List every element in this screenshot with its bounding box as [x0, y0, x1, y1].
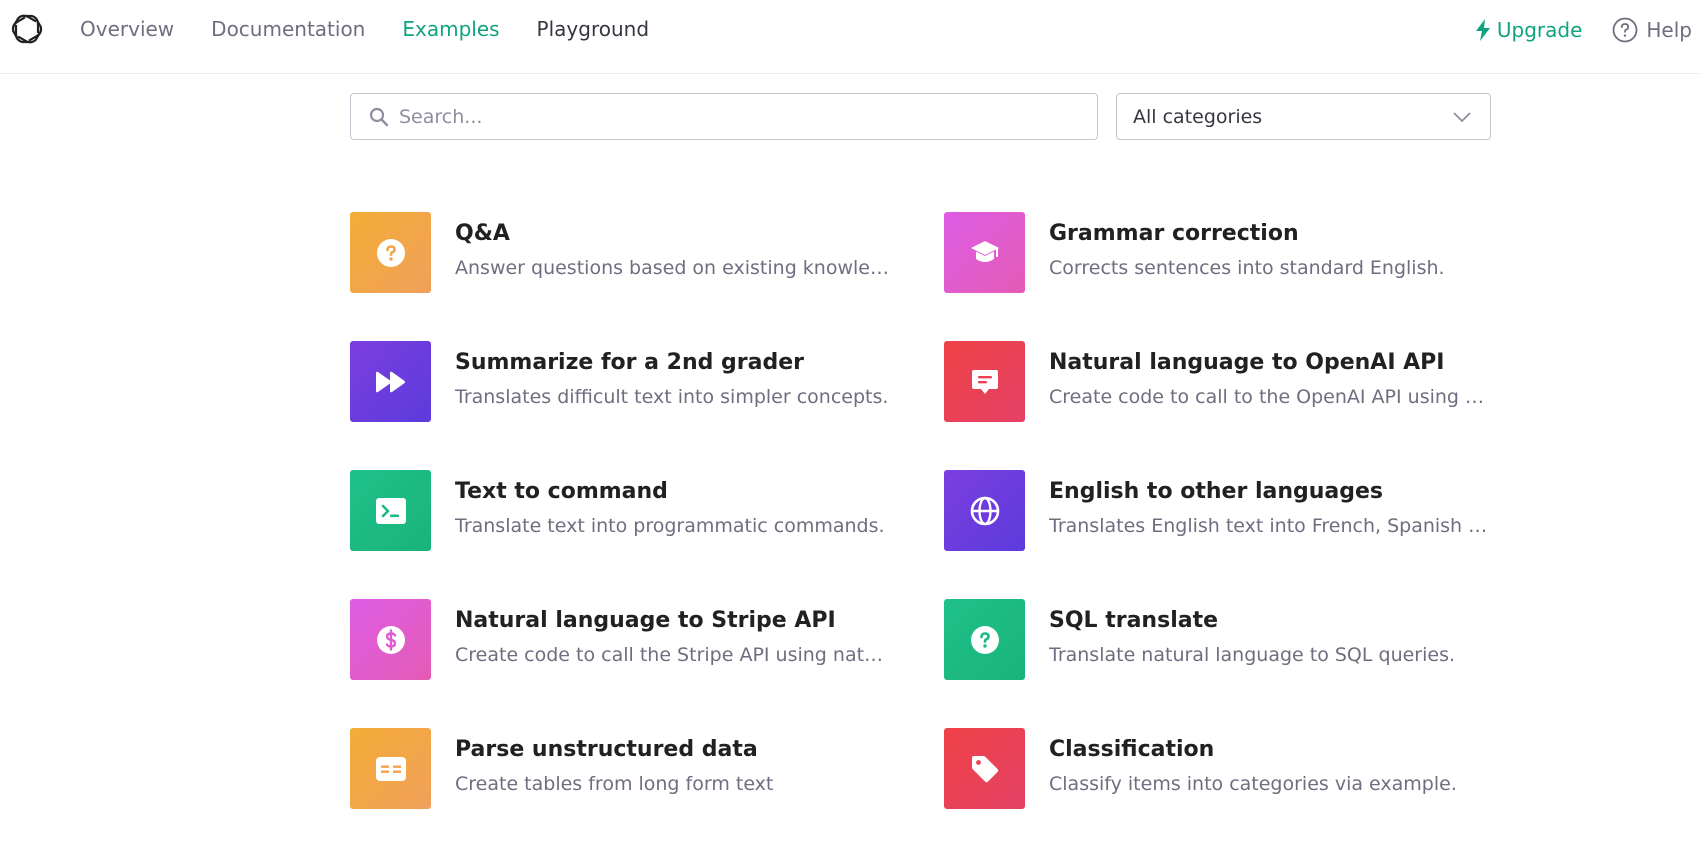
- search-input[interactable]: [399, 105, 1059, 128]
- example-card-parse-unstructured-data[interactable]: Parse unstructured data Create tables fr…: [350, 728, 944, 857]
- example-card-openai-api[interactable]: Natural language to OpenAI API Create co…: [944, 341, 1495, 470]
- example-icon-tile: [350, 599, 431, 680]
- upgrade-link[interactable]: Upgrade: [1475, 18, 1583, 42]
- example-title: Natural language to OpenAI API: [1049, 350, 1445, 375]
- example-description: Translates English text into French, Spa…: [1049, 515, 1489, 537]
- examples-grid: Q&A Answer questions based on existing k…: [350, 212, 1495, 857]
- table-icon: [375, 756, 406, 781]
- graduation-cap-icon: [970, 240, 999, 262]
- example-title: Grammar correction: [1049, 221, 1299, 246]
- example-icon-tile: [350, 728, 431, 809]
- main-nav: Overview Documentation Examples Playgrou…: [80, 0, 649, 58]
- example-description: Create tables from long form text: [455, 773, 774, 795]
- tag-icon: [971, 755, 998, 782]
- example-card-summarize[interactable]: Summarize for a 2nd grader Translates di…: [350, 341, 944, 470]
- example-icon-tile: [350, 212, 431, 293]
- help-link[interactable]: Help: [1612, 17, 1692, 43]
- example-description: Translate text into programmatic command…: [455, 515, 885, 537]
- upgrade-label: Upgrade: [1496, 18, 1583, 42]
- category-dropdown[interactable]: All categories: [1116, 93, 1491, 140]
- lightning-bolt-icon: [1475, 19, 1490, 41]
- example-description: Translates difficult text into simpler c…: [455, 386, 889, 408]
- example-card-qa[interactable]: Q&A Answer questions based on existing k…: [350, 212, 944, 341]
- example-title: Q&A: [455, 221, 510, 246]
- example-card-stripe-api[interactable]: Natural language to Stripe API Create co…: [350, 599, 944, 728]
- chevron-down-icon: [1453, 111, 1471, 122]
- example-title: English to other languages: [1049, 479, 1384, 504]
- nav-item-examples[interactable]: Examples: [402, 17, 499, 41]
- example-icon-tile: [350, 341, 431, 422]
- example-card-grammar-correction[interactable]: Grammar correction Corrects sentences in…: [944, 212, 1495, 341]
- example-icon-tile: [944, 599, 1025, 680]
- openai-logo-icon[interactable]: [8, 10, 46, 48]
- help-circle-icon: [1612, 17, 1638, 43]
- nav-right-actions: Upgrade Help: [1475, 0, 1700, 60]
- example-card-classification[interactable]: Classification Classify items into categ…: [944, 728, 1495, 857]
- globe-icon: [970, 496, 999, 525]
- example-title: Parse unstructured data: [455, 737, 758, 762]
- question-icon: [376, 238, 405, 267]
- nav-item-overview[interactable]: Overview: [80, 17, 174, 41]
- help-label: Help: [1646, 18, 1692, 42]
- example-title: Summarize for a 2nd grader: [455, 350, 805, 375]
- example-title: SQL translate: [1049, 608, 1219, 633]
- example-description: Corrects sentences into standard English…: [1049, 257, 1445, 279]
- top-navigation-bar: Overview Documentation Examples Playgrou…: [0, 0, 1700, 74]
- dollar-icon: [376, 625, 405, 654]
- category-selected-value: All categories: [1133, 105, 1263, 128]
- search-icon: [369, 107, 389, 126]
- example-card-english-to-languages[interactable]: English to other languages Translates En…: [944, 470, 1495, 599]
- example-card-sql-translate[interactable]: SQL translate Translate natural language…: [944, 599, 1495, 728]
- fast-forward-icon: [375, 371, 405, 392]
- terminal-icon: [375, 497, 406, 524]
- example-card-text-to-command[interactable]: Text to command Translate text into prog…: [350, 470, 944, 599]
- nav-item-playground[interactable]: Playground: [537, 17, 649, 41]
- example-icon-tile: [944, 341, 1025, 422]
- search-field: [350, 93, 1098, 140]
- example-icon-tile: [944, 212, 1025, 293]
- example-description: Answer questions based on existing knowl…: [455, 257, 895, 279]
- example-description: Classify items into categories via examp…: [1049, 773, 1457, 795]
- example-title: Classification: [1049, 737, 1215, 762]
- question-icon: [970, 625, 999, 654]
- example-title: Text to command: [455, 479, 668, 504]
- example-description: Translate natural language to SQL querie…: [1049, 644, 1456, 666]
- example-icon-tile: [944, 470, 1025, 551]
- example-title: Natural language to Stripe API: [455, 608, 836, 633]
- example-description: Create code to call the Stripe API using…: [455, 644, 895, 666]
- nav-item-documentation[interactable]: Documentation: [211, 17, 365, 41]
- example-icon-tile: [350, 470, 431, 551]
- example-icon-tile: [944, 728, 1025, 809]
- chat-bubble-icon: [971, 369, 998, 394]
- example-description: Create code to call to the OpenAI API us…: [1049, 386, 1489, 408]
